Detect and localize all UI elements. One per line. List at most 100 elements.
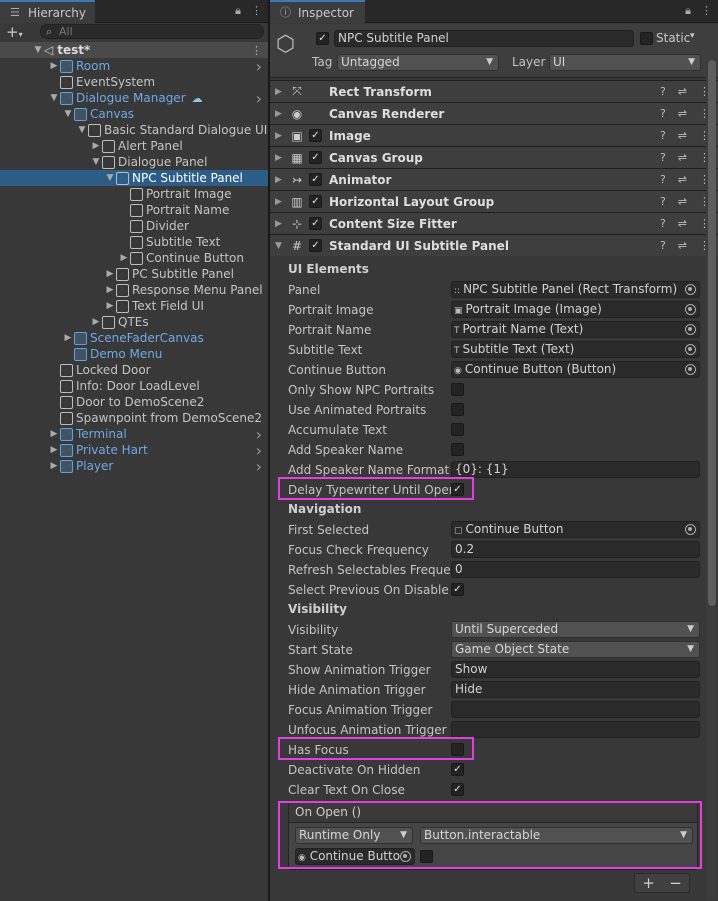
text-field-focus-anim[interactable] [451, 701, 700, 718]
hierarchy-item[interactable]: ▶ Response Menu Panel [0, 282, 268, 298]
collapsed-arrow-icon[interactable]: ▶ [104, 269, 116, 279]
text-field-show-anim[interactable]: Show [451, 661, 700, 678]
help-icon[interactable]: ? [660, 129, 666, 142]
text-field-unfocus-anim[interactable] [451, 721, 700, 738]
scene-header[interactable]: ▼ ◁ test* ⋮ [0, 42, 268, 58]
expanded-arrow-icon[interactable]: ▼ [90, 157, 102, 167]
hierarchy-item[interactable]: ▶ PC Subtitle Panel [0, 266, 268, 282]
expanded-arrow-icon[interactable]: ▼ [76, 125, 88, 135]
object-field-panel[interactable]: :: NPC Subtitle Panel (Rect Transform) [451, 281, 700, 298]
hierarchy-item[interactable]: ▶ Continue Button [0, 250, 268, 266]
collapsed-arrow-icon[interactable]: ▶ [275, 109, 282, 119]
checkbox-deactivate-hidden[interactable]: ✓ [451, 763, 464, 776]
hierarchy-item[interactable]: ▶ Player › [0, 457, 268, 476]
expanded-arrow-icon[interactable]: ▼ [275, 241, 282, 251]
hierarchy-item[interactable]: Subtitle Text [0, 234, 268, 250]
hierarchy-item[interactable]: Info: Door LoadLevel [0, 378, 268, 394]
component-header[interactable]: ▶ ▦ ✓ Canvas Group? ⇌ ⋮ [270, 146, 718, 168]
text-field-speaker-name-format[interactable]: {0}: {1} [451, 461, 700, 478]
object-picker-icon[interactable] [685, 344, 696, 355]
text-field-focus-check-frequency[interactable]: 0.2 [451, 541, 700, 558]
collapsed-arrow-icon[interactable]: ▶ [48, 61, 60, 71]
lock-icon[interactable]: 🔒︎ [685, 4, 691, 18]
dropdown-visibility-mode[interactable]: Until Superceded ▼ [451, 621, 700, 638]
hierarchy-item[interactable]: ▶ Text Field UI [0, 298, 268, 314]
expanded-arrow-icon[interactable]: ▼ [48, 93, 60, 103]
checkbox-select-previous[interactable]: ✓ [451, 583, 464, 596]
expanded-arrow-icon[interactable]: ▼ [104, 173, 116, 183]
dropdown-start-state[interactable]: Game Object State ▼ [451, 641, 700, 658]
checkbox-add-speaker-name[interactable] [451, 443, 464, 456]
hierarchy-item[interactable]: ▶ Private Hart › [0, 441, 268, 460]
object-field-first-selected[interactable]: ▢ Continue Button [451, 521, 700, 538]
active-checkbox[interactable]: ✓ [316, 32, 329, 45]
object-picker-icon[interactable] [685, 284, 696, 295]
component-header[interactable]: ▼ # ✓ Standard UI Subtitle Panel? ⇌ ⋮ [270, 234, 718, 256]
collapsed-arrow-icon[interactable]: ▶ [48, 461, 60, 471]
expanded-arrow-icon[interactable]: ▼ [62, 109, 74, 119]
hierarchy-item[interactable]: Portrait Name [0, 202, 268, 218]
component-enabled-checkbox[interactable]: ✓ [309, 151, 322, 164]
object-field-subtitle-text[interactable]: T Subtitle Text (Text) [451, 341, 700, 358]
presets-icon[interactable]: ⇌ [678, 85, 687, 98]
presets-icon[interactable]: ⇌ [678, 195, 687, 208]
hierarchy-item[interactable]: Demo Menu [0, 346, 268, 362]
tag-dropdown[interactable]: Untagged ▼ [337, 54, 499, 71]
collapsed-arrow-icon[interactable]: ▶ [275, 175, 282, 185]
presets-icon[interactable]: ⇌ [678, 239, 687, 252]
hierarchy-item[interactable]: ▶ QTEs [0, 314, 268, 330]
hierarchy-item[interactable]: Door to DemoScene2 [0, 394, 268, 410]
object-field-portrait-image[interactable]: ▣ Portrait Image (Image) [451, 301, 700, 318]
help-icon[interactable]: ? [660, 217, 666, 230]
hierarchy-item[interactable]: ▼ NPC Subtitle Panel [0, 170, 268, 186]
checkbox-animated-portraits[interactable] [451, 403, 464, 416]
presets-icon[interactable]: ⇌ [678, 217, 687, 230]
collapsed-arrow-icon[interactable]: ▶ [104, 285, 116, 295]
object-picker-icon[interactable] [685, 524, 696, 535]
object-field-continue-button[interactable]: ◉ Continue Button (Button) [451, 361, 700, 378]
checkbox-accumulate-text[interactable] [451, 423, 464, 436]
static-dropdown-icon[interactable]: ▾ [690, 31, 695, 41]
scene-menu-icon[interactable]: ⋮ [251, 44, 262, 57]
object-picker-icon[interactable] [685, 324, 696, 335]
hierarchy-item[interactable]: Divider [0, 218, 268, 234]
open-prefab-chevron-icon[interactable]: › [256, 57, 262, 76]
hierarchy-item[interactable]: Spawnpoint from DemoScene2 [0, 410, 268, 426]
collapsed-arrow-icon[interactable]: ▶ [275, 153, 282, 163]
component-enabled-checkbox[interactable]: ✓ [309, 173, 322, 186]
object-picker-icon[interactable] [685, 304, 696, 315]
object-field-portrait-name[interactable]: T Portrait Name (Text) [451, 321, 700, 338]
hierarchy-item[interactable]: ▼ Canvas [0, 106, 268, 122]
lock-icon[interactable]: 🔒︎ [235, 4, 241, 18]
component-header[interactable]: ▶ ⤧ Rect Transform? ⇌ ⋮ [270, 80, 718, 102]
collapse-arrow-icon[interactable]: ▼ [32, 45, 44, 55]
collapsed-arrow-icon[interactable]: ▶ [104, 301, 116, 311]
help-icon[interactable]: ? [660, 107, 666, 120]
help-icon[interactable]: ? [660, 151, 666, 164]
collapsed-arrow-icon[interactable]: ▶ [48, 445, 60, 455]
more-options-icon[interactable]: ⋮ [701, 4, 712, 18]
inspector-scrollbar-thumb[interactable] [708, 60, 716, 606]
help-icon[interactable]: ? [660, 195, 666, 208]
hierarchy-item[interactable]: ▶ Alert Panel [0, 138, 268, 154]
open-prefab-chevron-icon[interactable]: › [256, 89, 262, 108]
collapsed-arrow-icon[interactable]: ▶ [62, 333, 74, 343]
collapsed-arrow-icon[interactable]: ▶ [275, 131, 282, 141]
checkbox-only-npc-portraits[interactable] [451, 383, 464, 396]
hierarchy-item[interactable]: ▶ Room › [0, 57, 268, 76]
text-field-hide-anim[interactable]: Hide [451, 681, 700, 698]
add-object-button[interactable]: +▾ [0, 24, 32, 40]
hierarchy-search-input[interactable]: ⌕ All [40, 24, 264, 39]
component-header[interactable]: ▶ ▥ ✓ Horizontal Layout Group? ⇌ ⋮ [270, 190, 718, 212]
help-icon[interactable]: ? [660, 173, 666, 186]
component-enabled-checkbox[interactable]: ✓ [309, 195, 322, 208]
component-header[interactable]: ▶ ▣ ✓ Image? ⇌ ⋮ [270, 124, 718, 146]
inspector-tab[interactable]: ⓘ Inspector [270, 0, 365, 23]
hierarchy-item[interactable]: ▼ Basic Standard Dialogue UI [0, 122, 268, 138]
collapsed-arrow-icon[interactable]: ▶ [90, 317, 102, 327]
hierarchy-item[interactable]: Locked Door [0, 362, 268, 378]
hierarchy-item[interactable]: Portrait Image [0, 186, 268, 202]
static-checkbox[interactable] [640, 32, 653, 45]
component-enabled-checkbox[interactable]: ✓ [309, 217, 322, 230]
hierarchy-tab[interactable]: ☰ Hierarchy [0, 0, 95, 23]
